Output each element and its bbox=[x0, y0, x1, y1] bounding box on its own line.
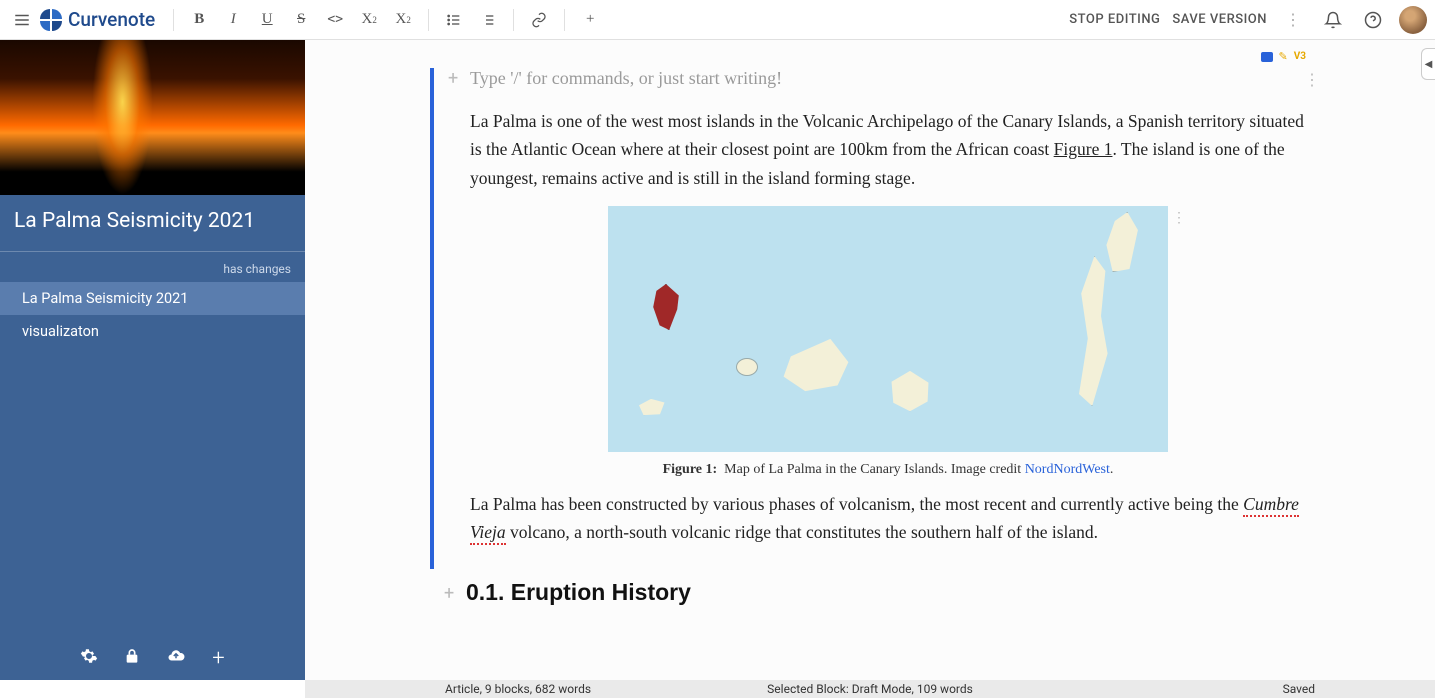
changes-indicator: has changes bbox=[0, 252, 305, 282]
comment-badge-icon[interactable] bbox=[1261, 52, 1273, 62]
top-toolbar: Curvenote B I U S <> X2 X2 + STOP EDITIN… bbox=[0, 0, 1435, 40]
help-icon[interactable] bbox=[1359, 6, 1387, 34]
paragraph-2[interactable]: La Palma has been constructed by various… bbox=[470, 490, 1306, 547]
sidebar-bottom-toolbar: + bbox=[0, 636, 305, 680]
edit-badge-icon[interactable]: ✎ bbox=[1279, 50, 1288, 63]
settings-icon[interactable] bbox=[80, 647, 98, 670]
status-block-info: Selected Block: Draft Mode, 109 words bbox=[767, 682, 973, 696]
toolbar-separator bbox=[513, 9, 514, 31]
island-tenerife bbox=[780, 336, 852, 394]
section-heading[interactable]: 0.1. Eruption History bbox=[466, 579, 1306, 606]
island-la-palma bbox=[650, 284, 682, 330]
content-block-heading[interactable]: + 0.1. Eruption History bbox=[430, 579, 1310, 614]
project-hero-image bbox=[0, 40, 305, 195]
figure-1: ⋮ Figure 1: Map of La Palma in the Canar… bbox=[470, 206, 1306, 478]
island-gran-canaria bbox=[888, 370, 932, 412]
project-title: La Palma Seismicity 2021 bbox=[0, 195, 305, 252]
map-image[interactable] bbox=[608, 206, 1168, 452]
strikethrough-button[interactable]: S bbox=[286, 6, 316, 34]
sidebar: La Palma Seismicity 2021 has changes La … bbox=[0, 40, 305, 680]
lock-icon[interactable] bbox=[124, 648, 140, 669]
island-fuerteventura bbox=[1068, 256, 1112, 406]
paragraph-1[interactable]: La Palma is one of the west most islands… bbox=[470, 107, 1306, 192]
version-badge[interactable]: V3 bbox=[1294, 51, 1306, 62]
sidebar-item-visualization[interactable]: visualizaton bbox=[0, 315, 305, 348]
sidebar-item-article[interactable]: La Palma Seismicity 2021 bbox=[0, 282, 305, 315]
island-lanzarote bbox=[1098, 212, 1140, 272]
status-bar: Article, 9 blocks, 682 words Selected Bl… bbox=[305, 680, 1435, 698]
save-version-button[interactable]: SAVE VERSION bbox=[1172, 12, 1267, 27]
user-avatar[interactable] bbox=[1399, 6, 1427, 34]
add-block-handle-icon[interactable]: + bbox=[444, 583, 454, 604]
more-menu-icon[interactable]: ⋮ bbox=[1279, 6, 1307, 34]
brand-mark-icon bbox=[40, 9, 62, 31]
figure-menu-icon[interactable]: ⋮ bbox=[1172, 210, 1186, 226]
bold-button[interactable]: B bbox=[184, 6, 214, 34]
cloud-upload-icon[interactable] bbox=[166, 647, 186, 670]
toolbar-separator bbox=[428, 9, 429, 31]
underline-button[interactable]: U bbox=[252, 6, 282, 34]
menu-icon[interactable] bbox=[8, 6, 36, 34]
island-gomera bbox=[736, 358, 758, 376]
status-save-state: Saved bbox=[1283, 682, 1315, 696]
numbered-list-button[interactable] bbox=[473, 6, 503, 34]
figure-reference-link[interactable]: Figure 1 bbox=[1054, 139, 1113, 159]
subscript-button[interactable]: X2 bbox=[354, 6, 384, 34]
toolbar-separator bbox=[564, 9, 565, 31]
add-page-icon[interactable]: + bbox=[212, 646, 224, 671]
status-doc-info: Article, 9 blocks, 682 words bbox=[445, 682, 591, 696]
editor-placeholder[interactable]: Type '/' for commands, or just start wri… bbox=[470, 68, 1306, 89]
block-menu-icon[interactable]: ⋮ bbox=[1304, 70, 1318, 89]
editor-canvas: + ✎ V3 ⋮ Type '/' for commands, or just … bbox=[305, 40, 1435, 680]
figure-caption[interactable]: Figure 1: Map of La Palma in the Canary … bbox=[663, 462, 1114, 478]
notifications-icon[interactable] bbox=[1319, 6, 1347, 34]
toolbar-separator bbox=[173, 9, 174, 31]
right-panel-toggle-icon[interactable]: ◀ bbox=[1421, 48, 1435, 80]
stop-editing-button[interactable]: STOP EDITING bbox=[1069, 12, 1160, 27]
brand-text: Curvenote bbox=[68, 8, 155, 31]
brand-logo[interactable]: Curvenote bbox=[40, 8, 155, 31]
superscript-button[interactable]: X2 bbox=[388, 6, 418, 34]
code-button[interactable]: <> bbox=[320, 6, 350, 34]
link-button[interactable] bbox=[524, 6, 554, 34]
content-block-intro[interactable]: + ✎ V3 ⋮ Type '/' for commands, or just … bbox=[430, 68, 1310, 569]
italic-button[interactable]: I bbox=[218, 6, 248, 34]
add-block-button[interactable]: + bbox=[575, 6, 605, 34]
island-hierro bbox=[636, 398, 666, 416]
add-block-handle-icon[interactable]: + bbox=[448, 68, 458, 89]
credit-link[interactable]: NordNordWest bbox=[1025, 462, 1110, 477]
bullet-list-button[interactable] bbox=[439, 6, 469, 34]
